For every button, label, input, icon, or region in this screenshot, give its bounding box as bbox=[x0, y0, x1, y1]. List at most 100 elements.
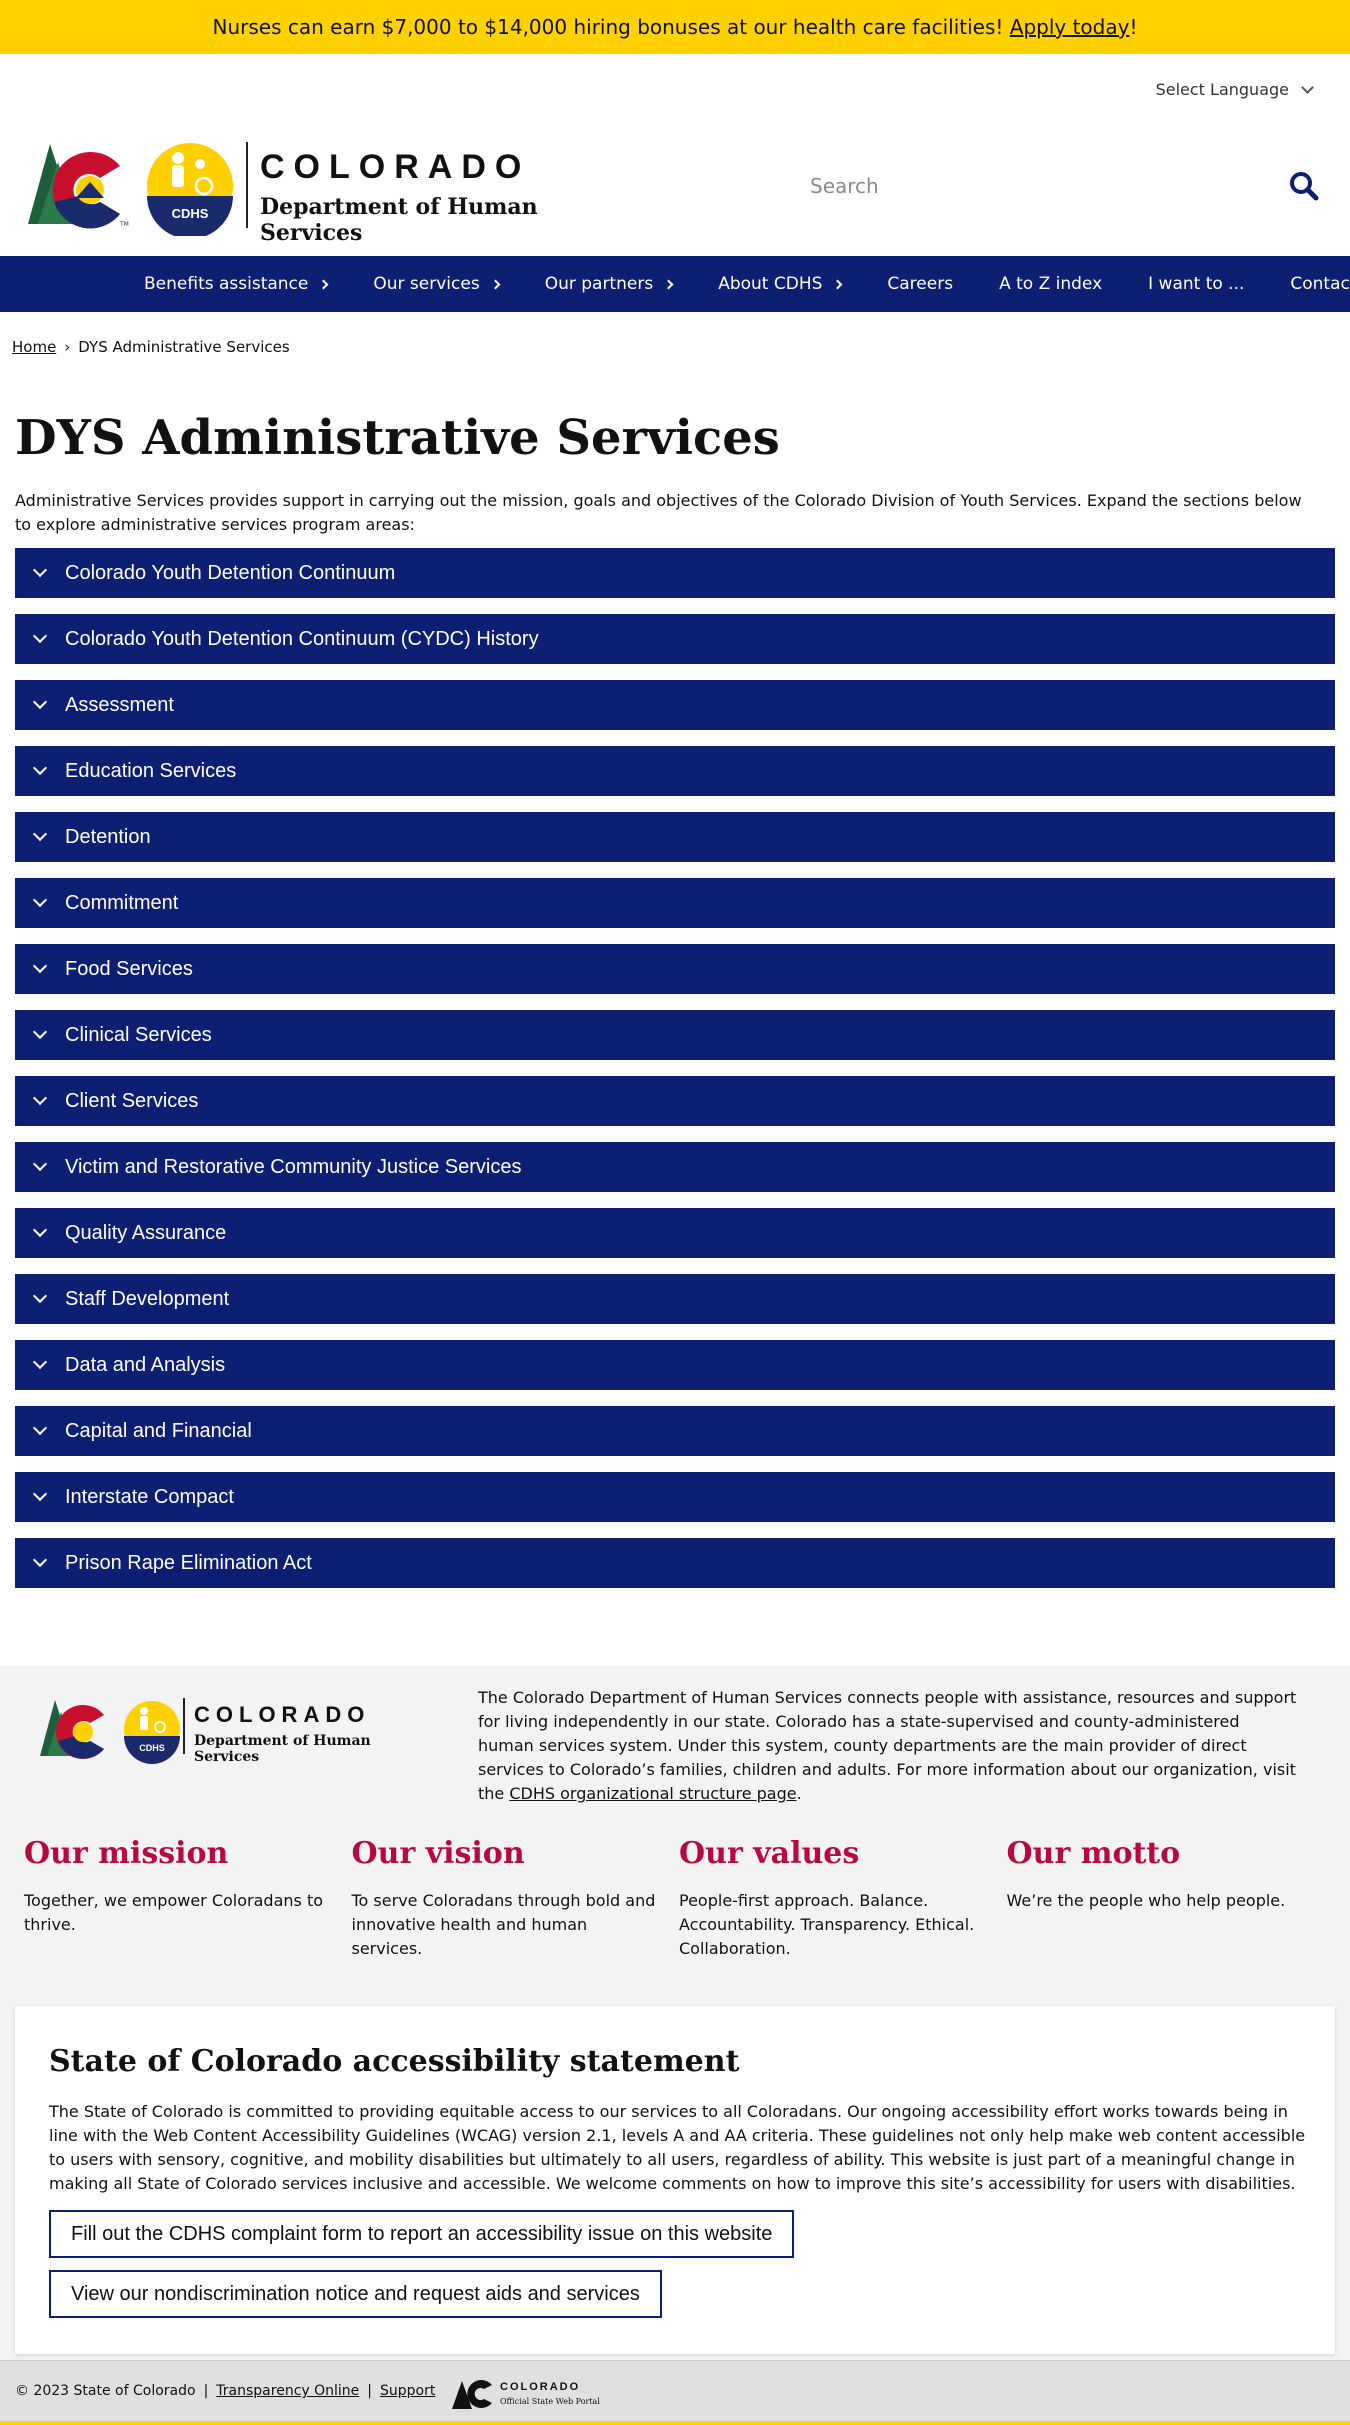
accordion-label: Education Services bbox=[65, 759, 237, 782]
link-separator: | bbox=[203, 2383, 209, 2399]
promo-suffix: ! bbox=[1129, 15, 1138, 39]
svg-text:TM: TM bbox=[119, 221, 129, 228]
nav-item-label: A to Z index bbox=[999, 274, 1103, 294]
chevron-down-icon bbox=[32, 958, 48, 974]
cdhs-logo[interactable]: TM CDHS COLORADO Department of Human Ser… bbox=[28, 136, 618, 246]
language-select[interactable]: Select Language bbox=[1155, 80, 1314, 99]
nav-item-our-services[interactable]: Our services bbox=[373, 274, 501, 294]
values-text: People-first approach. Balance. Accounta… bbox=[679, 1891, 975, 1958]
org-structure-link[interactable]: CDHS organizational structure page bbox=[509, 1784, 796, 1803]
chevron-down-icon bbox=[32, 694, 48, 710]
breadcrumb-home-link[interactable]: Home bbox=[12, 338, 56, 356]
accordion-label: Data and Analysis bbox=[65, 1353, 226, 1376]
accordion-item[interactable]: Prison Rape Elimination Act bbox=[15, 1538, 1335, 1588]
apply-today-link[interactable]: Apply today bbox=[1010, 15, 1130, 39]
language-select-label: Select Language bbox=[1155, 80, 1289, 99]
accordion-item[interactable]: Client Services bbox=[15, 1076, 1335, 1126]
accordion-item[interactable]: Food Services bbox=[15, 944, 1335, 994]
motto-block: Our motto We’re the people who help peop… bbox=[1007, 1836, 1335, 1961]
accordion-item[interactable]: Colorado Youth Detention Continuum (CYDC… bbox=[15, 614, 1335, 664]
portal-wordmark: COLORADO bbox=[500, 2381, 581, 2393]
accessibility-text: The State of Colorado is committed to pr… bbox=[49, 2102, 1306, 2193]
accordion-item[interactable]: Capital and Financial bbox=[15, 1406, 1335, 1456]
nav-item-careers[interactable]: Careers bbox=[887, 274, 953, 294]
footer-logo-wordmark: COLORADO bbox=[194, 1702, 371, 1727]
nav-item-label: Benefits assistance bbox=[144, 274, 309, 294]
page-intro: Administrative Services provides support… bbox=[15, 491, 1302, 534]
chevron-down-icon bbox=[32, 826, 48, 842]
accordion-item[interactable]: Education Services bbox=[15, 746, 1335, 796]
accordion-label: Interstate Compact bbox=[65, 1485, 234, 1508]
svg-text:CDHS: CDHS bbox=[172, 206, 209, 221]
chevron-down-icon bbox=[32, 1156, 48, 1172]
accordion-item[interactable]: Assessment bbox=[15, 680, 1335, 730]
nav-item-i-want-to[interactable]: I want to ... bbox=[1148, 274, 1244, 294]
logo-divider bbox=[246, 142, 248, 228]
accordion-item[interactable]: Data and Analysis bbox=[15, 1340, 1335, 1390]
footer-logo[interactable]: CDHS COLORADO Department of Human Servic… bbox=[40, 1694, 440, 1765]
chevron-down-icon bbox=[32, 1552, 48, 1568]
accessibility-heading: State of Colorado accessibility statemen… bbox=[49, 2044, 740, 2079]
accordion-item[interactable]: Quality Assurance bbox=[15, 1208, 1335, 1258]
chevron-right-icon bbox=[318, 279, 329, 289]
accordion-item[interactable]: Clinical Services bbox=[15, 1010, 1335, 1060]
vision-heading: Our vision bbox=[351, 1836, 525, 1871]
accordion-label: Capital and Financial bbox=[65, 1419, 252, 1442]
bottom-links: © 2023 State of Colorado | Transparency … bbox=[15, 2383, 435, 2399]
chevron-down-icon bbox=[32, 1090, 48, 1106]
state-portal-logo[interactable]: COLORADO Official State Web Portal bbox=[452, 2375, 612, 2415]
promo-text: Nurses can earn $7,000 to $14,000 hiring… bbox=[212, 15, 1004, 39]
mission-text: Together, we empower Coloradans to thriv… bbox=[24, 1891, 323, 1934]
accordion-label: Prison Rape Elimination Act bbox=[65, 1551, 312, 1574]
colorado-portal-icon bbox=[452, 2380, 492, 2409]
accordion-item[interactable]: Staff Development bbox=[15, 1274, 1335, 1324]
complaint-form-button[interactable]: Fill out the CDHS complaint form to repo… bbox=[49, 2210, 795, 2258]
accordion-item[interactable]: Interstate Compact bbox=[15, 1472, 1335, 1522]
support-link[interactable]: Support bbox=[380, 2383, 435, 2399]
search-button[interactable] bbox=[1288, 170, 1320, 202]
logo-divider bbox=[183, 1698, 185, 1754]
link-separator: | bbox=[367, 2383, 373, 2399]
motto-text: We’re the people who help people. bbox=[1006, 1891, 1286, 1910]
nav-item-label: Our partners bbox=[544, 274, 654, 294]
accordion-label: Client Services bbox=[65, 1089, 199, 1112]
mission-heading: Our mission bbox=[24, 1836, 229, 1871]
logo-department: Department of Human Services bbox=[260, 194, 538, 246]
breadcrumb-current: DYS Administrative Services bbox=[78, 338, 290, 356]
chevron-down-icon bbox=[32, 628, 48, 644]
chevron-down-icon bbox=[32, 760, 48, 776]
nav-item-label: I want to ... bbox=[1148, 274, 1245, 294]
footer-description-end: . bbox=[796, 1784, 802, 1803]
accordion-label: Commitment bbox=[65, 891, 179, 914]
breadcrumb-separator: › bbox=[64, 338, 71, 356]
chevron-down-icon bbox=[32, 562, 48, 578]
colorado-c-logo-icon: TM CDHS bbox=[28, 143, 233, 239]
search-input[interactable] bbox=[810, 174, 1250, 198]
chevron-down-icon bbox=[32, 1486, 48, 1502]
chevron-down-icon bbox=[32, 1024, 48, 1040]
promo-banner: Nurses can earn $7,000 to $14,000 hiring… bbox=[0, 0, 1350, 54]
accordion-label: Quality Assurance bbox=[65, 1221, 227, 1244]
main-nav: Benefits assistance Our services Our par… bbox=[0, 256, 1350, 312]
nav-item-our-partners[interactable]: Our partners bbox=[544, 274, 674, 294]
transparency-online-link[interactable]: Transparency Online bbox=[216, 2383, 359, 2399]
accordion-item[interactable]: Detention bbox=[15, 812, 1335, 862]
accordion-item[interactable]: Commitment bbox=[15, 878, 1335, 928]
nav-item-a-to-z-index[interactable]: A to Z index bbox=[999, 274, 1102, 294]
nav-item-about-cdhs[interactable]: About CDHS bbox=[718, 274, 843, 294]
values-section: Our mission Together, we empower Colorad… bbox=[24, 1836, 1334, 1961]
accordion-item[interactable]: Colorado Youth Detention Continuum bbox=[15, 548, 1335, 598]
nondiscrimination-button[interactable]: View our nondiscrimination notice and re… bbox=[49, 2270, 662, 2318]
chevron-right-icon bbox=[832, 279, 843, 289]
vision-block: Our vision To serve Coloradans through b… bbox=[352, 1836, 680, 1961]
nav-item-label: Our services bbox=[373, 274, 480, 294]
bottom-bar: © 2023 State of Colorado | Transparency … bbox=[0, 2360, 1350, 2425]
accordion-item[interactable]: Victim and Restorative Community Justice… bbox=[15, 1142, 1335, 1192]
accessibility-statement: State of Colorado accessibility statemen… bbox=[15, 2006, 1335, 2354]
chevron-down-icon bbox=[32, 1222, 48, 1238]
nav-item-contact-us[interactable]: Contact us bbox=[1290, 274, 1350, 294]
values-heading: Our values bbox=[679, 1836, 860, 1871]
nav-item-label: Careers bbox=[887, 274, 954, 294]
mission-block: Our mission Together, we empower Colorad… bbox=[24, 1836, 352, 1961]
nav-item-benefits-assistance[interactable]: Benefits assistance bbox=[144, 274, 329, 294]
